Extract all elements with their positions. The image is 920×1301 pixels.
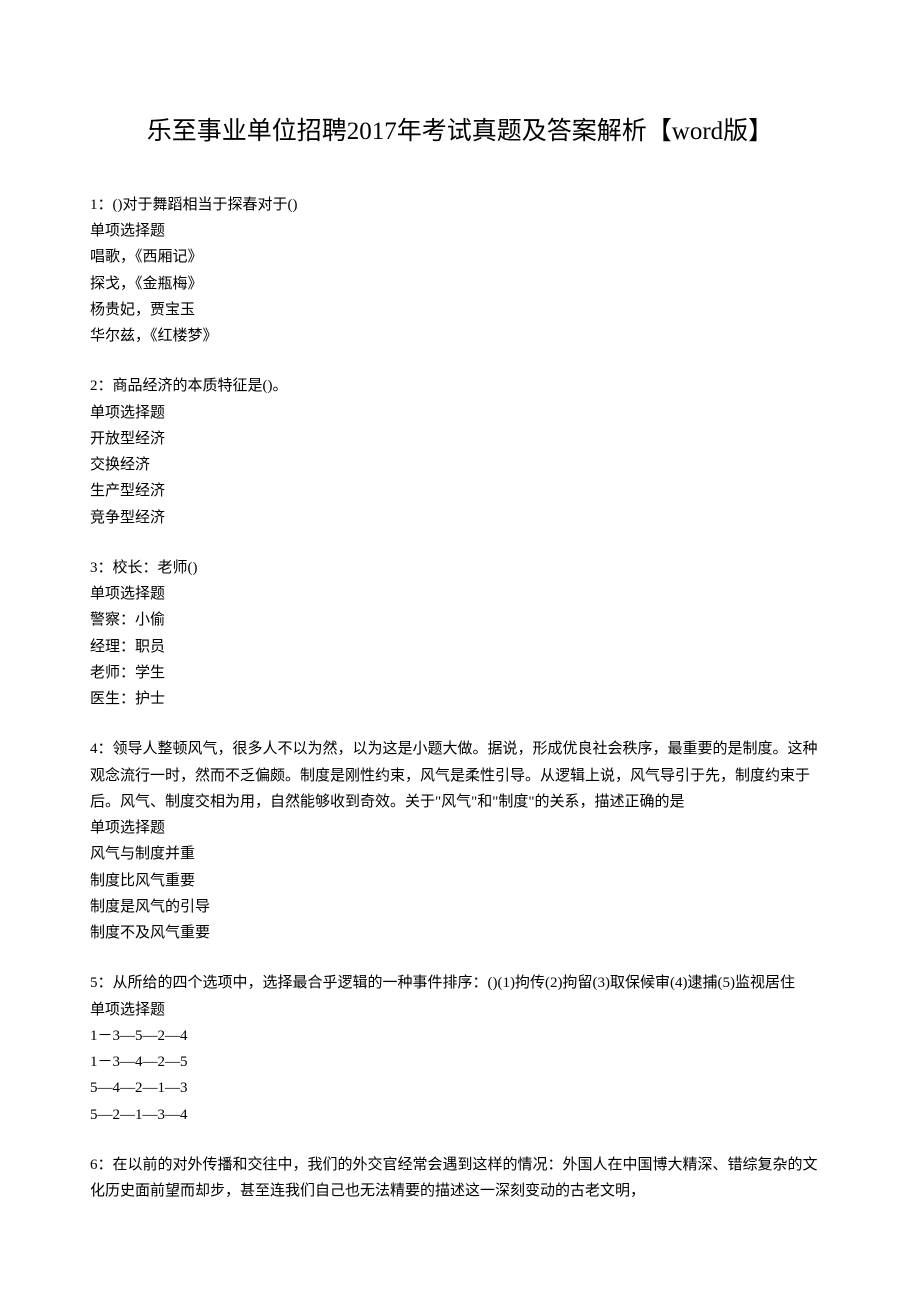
question-option: 制度是风气的引导 [90, 894, 830, 920]
question-stem: 2：商品经济的本质特征是()。 [90, 373, 830, 399]
question-option: 杨贵妃，贾宝玉 [90, 297, 830, 323]
question-option: 探戈，《金瓶梅》 [90, 271, 830, 297]
questions-container: 1：()对于舞蹈相当于探春对于()单项选择题唱歌，《西厢记》探戈，《金瓶梅》杨贵… [90, 192, 830, 1205]
question-block: 1：()对于舞蹈相当于探春对于()单项选择题唱歌，《西厢记》探戈，《金瓶梅》杨贵… [90, 192, 830, 350]
question-type: 单项选择题 [90, 581, 830, 607]
question-type: 单项选择题 [90, 400, 830, 426]
question-option: 警察：小偷 [90, 607, 830, 633]
question-option: 5—2—1—3—4 [90, 1102, 830, 1128]
question-option: 制度比风气重要 [90, 868, 830, 894]
question-option: 医生：护士 [90, 686, 830, 712]
question-stem: 5：从所给的四个选项中，选择最合乎逻辑的一种事件排序：()(1)拘传(2)拘留(… [90, 970, 830, 996]
question-stem: 3：校长：老师() [90, 555, 830, 581]
question-block: 3：校长：老师()单项选择题警察：小偷经理：职员老师：学生医生：护士 [90, 555, 830, 713]
page-title: 乐至事业单位招聘2017年考试真题及答案解析【word版】 [90, 110, 830, 154]
question-option: 老师：学生 [90, 660, 830, 686]
question-type: 单项选择题 [90, 815, 830, 841]
question-option: 1－3—5—2—4 [90, 1023, 830, 1049]
question-option: 竞争型经济 [90, 505, 830, 531]
question-type: 单项选择题 [90, 218, 830, 244]
question-option: 经理：职员 [90, 634, 830, 660]
question-stem: 1：()对于舞蹈相当于探春对于() [90, 192, 830, 218]
question-type: 单项选择题 [90, 997, 830, 1023]
question-option: 开放型经济 [90, 426, 830, 452]
question-stem: 6：在以前的对外传播和交往中，我们的外交官经常会遇到这样的情况：外国人在中国博大… [90, 1152, 830, 1205]
question-option: 制度不及风气重要 [90, 920, 830, 946]
question-block: 6：在以前的对外传播和交往中，我们的外交官经常会遇到这样的情况：外国人在中国博大… [90, 1152, 830, 1205]
question-option: 风气与制度并重 [90, 841, 830, 867]
question-option: 华尔兹，《红楼梦》 [90, 323, 830, 349]
question-block: 4：领导人整顿风气，很多人不以为然，以为这是小题大做。据说，形成优良社会秩序，最… [90, 736, 830, 946]
question-option: 唱歌，《西厢记》 [90, 244, 830, 270]
question-option: 5—4—2—1—3 [90, 1075, 830, 1101]
question-option: 生产型经济 [90, 478, 830, 504]
question-block: 5：从所给的四个选项中，选择最合乎逻辑的一种事件排序：()(1)拘传(2)拘留(… [90, 970, 830, 1128]
question-option: 1－3—4—2—5 [90, 1049, 830, 1075]
question-option: 交换经济 [90, 452, 830, 478]
question-block: 2：商品经济的本质特征是()。单项选择题开放型经济交换经济生产型经济竞争型经济 [90, 373, 830, 531]
question-stem: 4：领导人整顿风气，很多人不以为然，以为这是小题大做。据说，形成优良社会秩序，最… [90, 736, 830, 815]
